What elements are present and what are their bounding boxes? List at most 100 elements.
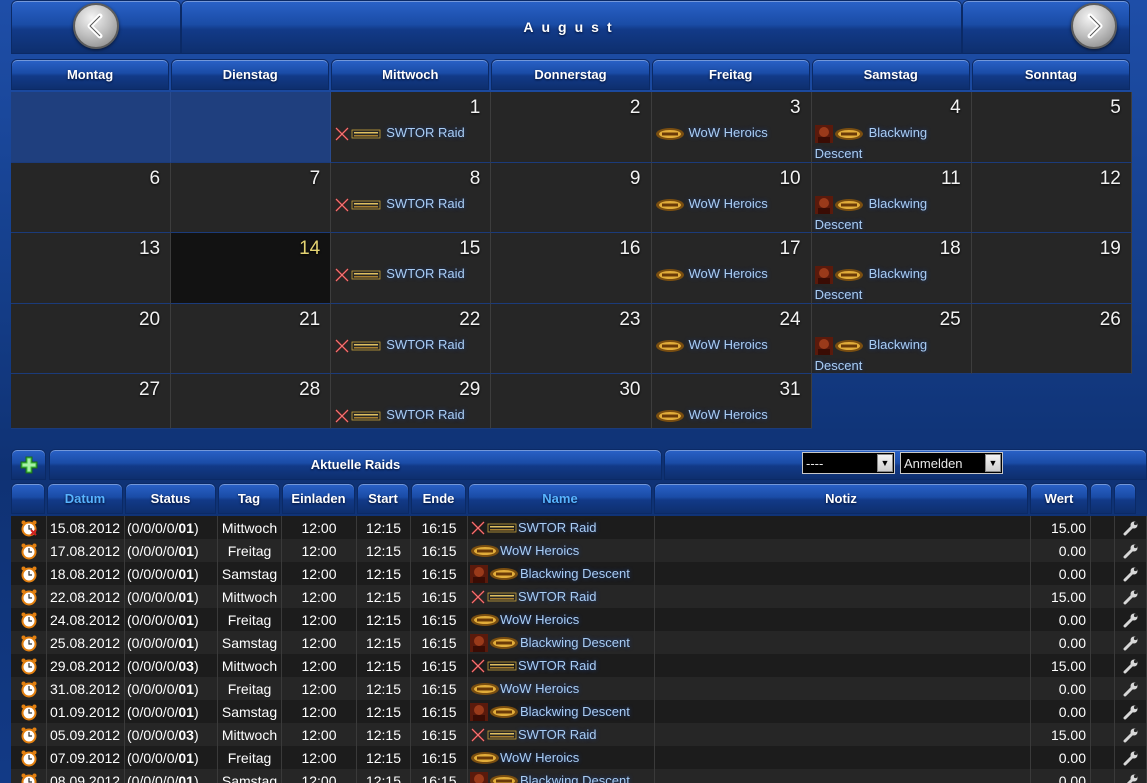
calendar-day-22[interactable]: 22 SWTOR Raid xyxy=(331,304,492,374)
raid-name-link[interactable]: Blackwing Descent xyxy=(468,631,655,654)
raid-status-cell[interactable] xyxy=(11,608,47,631)
calendar-day-20[interactable]: 20 xyxy=(11,304,172,374)
column-header-name[interactable]: Name xyxy=(468,483,652,514)
raid-status-cell[interactable] xyxy=(11,539,47,562)
raid-edit-button[interactable] xyxy=(1115,677,1147,700)
calendar-day-19[interactable]: 19 xyxy=(971,233,1132,304)
calendar-event-link[interactable]: Blackwing Descent xyxy=(814,263,965,303)
table-row[interactable]: 05.09.2012 (0/0/0/0/03) Mittwoch 12:00 12:15… xyxy=(11,723,1147,746)
raid-name-link[interactable]: Blackwing Descent xyxy=(468,769,655,783)
column-header-notiz[interactable]: Notiz xyxy=(654,483,1028,514)
column-header-status[interactable]: Status xyxy=(125,483,216,514)
calendar-event-link[interactable]: Blackwing Descent xyxy=(814,334,965,373)
calendar-event-link[interactable]: SWTOR Raid xyxy=(334,122,484,143)
raid-edit-button[interactable] xyxy=(1115,631,1147,654)
raid-name-link[interactable]: Blackwing Descent xyxy=(468,562,655,585)
raid-status-cell[interactable] xyxy=(11,769,47,783)
calendar-day-23[interactable]: 23 xyxy=(491,304,652,374)
raid-edit-button[interactable] xyxy=(1115,769,1147,783)
column-header-datum[interactable]: Datum xyxy=(47,483,123,514)
calendar-event-link[interactable]: Blackwing Descent xyxy=(814,193,965,232)
raid-edit-button[interactable] xyxy=(1115,539,1147,562)
raid-name-link[interactable]: Blackwing Descent xyxy=(468,700,655,723)
raid-action-select[interactable]: Anmelden ▼ xyxy=(900,452,1003,474)
calendar-day-5[interactable]: 5 xyxy=(971,92,1132,163)
table-row[interactable]: 24.08.2012 (0/0/0/0/01) Freitag 12:00 12:15 1… xyxy=(11,608,1147,631)
raid-status-cell[interactable] xyxy=(11,631,47,654)
column-header-ende[interactable]: Ende xyxy=(411,483,466,514)
raid-edit-button[interactable] xyxy=(1115,723,1147,746)
raid-name-link[interactable]: SWTOR Raid xyxy=(468,516,655,539)
calendar-event-link[interactable]: WoW Heroics xyxy=(655,404,805,425)
raid-name-link[interactable]: WoW Heroics xyxy=(468,539,655,562)
calendar-day-31[interactable]: 31 WoW Heroics xyxy=(651,374,812,429)
calendar-event-link[interactable]: WoW Heroics xyxy=(655,334,805,355)
table-row[interactable]: 31.08.2012 (0/0/0/0/01) Freitag 12:00 12:15 1… xyxy=(11,677,1147,700)
column-header-tag[interactable]: Tag xyxy=(218,483,280,514)
raid-name-link[interactable]: SWTOR Raid xyxy=(468,654,655,677)
calendar-day-11[interactable]: 11 Blackwing Descent xyxy=(811,163,972,233)
calendar-day-14[interactable]: 14 xyxy=(171,233,332,304)
raid-status-cell[interactable] xyxy=(11,562,47,585)
calendar-day-16[interactable]: 16 xyxy=(491,233,652,304)
column-header-start[interactable]: Start xyxy=(357,483,409,514)
raid-name-link[interactable]: WoW Heroics xyxy=(468,746,655,769)
raid-status-cell[interactable] xyxy=(11,654,47,677)
calendar-event-link[interactable]: WoW Heroics xyxy=(655,193,805,214)
table-row[interactable]: 01.09.2012 (0/0/0/0/01) Samstag 12:00 12:15 1… xyxy=(11,700,1147,723)
calendar-event-link[interactable]: SWTOR Raid xyxy=(334,263,484,284)
calendar-day-27[interactable]: 27 xyxy=(11,374,172,429)
raid-name-link[interactable]: SWTOR Raid xyxy=(468,585,655,608)
table-row[interactable]: 08.09.2012 (0/0/0/0/01) Samstag 12:00 12:15 1… xyxy=(11,769,1147,783)
prev-month-button[interactable] xyxy=(73,3,119,49)
table-row[interactable]: 29.08.2012 (0/0/0/0/03) Mittwoch 12:00 12:15… xyxy=(11,654,1147,677)
calendar-day-24[interactable]: 24 WoW Heroics xyxy=(651,304,812,374)
calendar-day-28[interactable]: 28 xyxy=(171,374,332,429)
calendar-day-8[interactable]: 8 SWTOR Raid xyxy=(331,163,492,233)
calendar-day-2[interactable]: 2 xyxy=(491,92,652,163)
raid-name-link[interactable]: SWTOR Raid xyxy=(468,723,655,746)
table-row[interactable]: 15.08.2012 (0/0/0/0/01) Mittwoch 12:00 12:15… xyxy=(11,516,1147,539)
raid-edit-button[interactable] xyxy=(1115,700,1147,723)
raid-status-cell[interactable] xyxy=(11,746,47,769)
column-header-wert[interactable]: Wert xyxy=(1030,483,1088,514)
calendar-day-26[interactable]: 26 xyxy=(971,304,1132,374)
calendar-event-link[interactable]: WoW Heroics xyxy=(655,263,805,284)
calendar-day-7[interactable]: 7 xyxy=(171,163,332,233)
raid-edit-button[interactable] xyxy=(1115,654,1147,677)
calendar-day-21[interactable]: 21 xyxy=(171,304,332,374)
calendar-day-15[interactable]: 15 SWTOR Raid xyxy=(331,233,492,304)
raid-status-cell[interactable] xyxy=(11,723,47,746)
calendar-day-30[interactable]: 30 xyxy=(491,374,652,429)
calendar-day-4[interactable]: 4 Blackwing Descent xyxy=(811,92,972,163)
calendar-day-3[interactable]: 3 WoW Heroics xyxy=(651,92,812,163)
next-month-button[interactable] xyxy=(1071,3,1117,49)
raid-edit-button[interactable] xyxy=(1115,608,1147,631)
calendar-day-10[interactable]: 10 WoW Heroics xyxy=(651,163,812,233)
calendar-event-link[interactable]: WoW Heroics xyxy=(655,122,805,143)
calendar-day-17[interactable]: 17 WoW Heroics xyxy=(651,233,812,304)
raid-status-cell[interactable] xyxy=(11,700,47,723)
calendar-day-18[interactable]: 18 Blackwing Descent xyxy=(811,233,972,304)
table-row[interactable]: 07.09.2012 (0/0/0/0/01) Freitag 12:00 12:15 1… xyxy=(11,746,1147,769)
calendar-event-link[interactable]: SWTOR Raid xyxy=(334,334,484,355)
table-row[interactable]: 18.08.2012 (0/0/0/0/01) Samstag 12:00 12:15 1… xyxy=(11,562,1147,585)
column-header-einladen[interactable]: Einladen xyxy=(282,483,355,514)
calendar-day-13[interactable]: 13 xyxy=(11,233,172,304)
table-row[interactable]: 17.08.2012 (0/0/0/0/01) Freitag 12:00 12:15 1… xyxy=(11,539,1147,562)
raid-status-cell[interactable] xyxy=(11,677,47,700)
calendar-day-1[interactable]: 1 SWTOR Raid xyxy=(331,92,492,163)
raid-edit-button[interactable] xyxy=(1115,585,1147,608)
raid-edit-button[interactable] xyxy=(1115,562,1147,585)
calendar-event-link[interactable]: SWTOR Raid xyxy=(334,404,484,425)
add-raid-button[interactable] xyxy=(11,449,46,480)
raid-name-link[interactable]: WoW Heroics xyxy=(468,608,655,631)
calendar-day-29[interactable]: 29 SWTOR Raid xyxy=(331,374,492,429)
raid-name-link[interactable]: WoW Heroics xyxy=(468,677,655,700)
calendar-day-12[interactable]: 12 xyxy=(971,163,1132,233)
table-row[interactable]: 25.08.2012 (0/0/0/0/01) Samstag 12:00 12:15 1… xyxy=(11,631,1147,654)
raid-status-cell[interactable] xyxy=(11,516,47,539)
raid-edit-button[interactable] xyxy=(1115,516,1147,539)
calendar-day-9[interactable]: 9 xyxy=(491,163,652,233)
raid-filter-select[interactable]: ---- ▼ xyxy=(802,452,895,474)
